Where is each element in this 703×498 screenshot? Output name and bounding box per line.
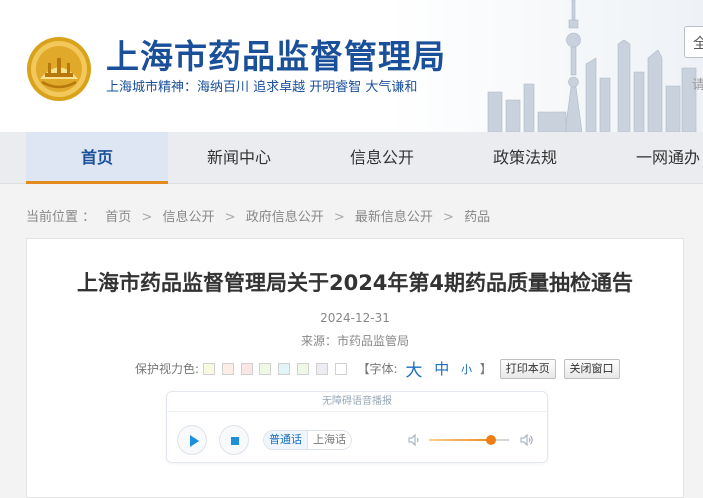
voice-mandarin-option[interactable]: 普通话 [264, 431, 307, 449]
search-input[interactable]: 请 [692, 74, 703, 93]
language-switch-button[interactable]: 全 [684, 26, 703, 58]
font-size-label-end: 】 [479, 362, 492, 376]
print-button[interactable]: 打印本页 [499, 358, 556, 379]
breadcrumb-separator: > [443, 210, 454, 225]
voice-shanghainese-option[interactable]: 上海话 [307, 431, 351, 449]
site-slogan: 上海城市精神：海纳百川 追求卓越 开明睿智 大气谦和 [106, 80, 418, 95]
font-size-label: 【字体: [357, 362, 398, 376]
eye-color-swatch[interactable] [221, 362, 234, 375]
main-nav: 首页 新闻中心 信息公开 政策法规 一网通办 [0, 132, 703, 184]
play-button[interactable] [177, 425, 207, 455]
nav-item-news[interactable]: 新闻中心 [168, 132, 310, 184]
volume-high-icon[interactable] [519, 432, 535, 448]
stop-icon [231, 437, 239, 445]
nav-item-policies[interactable]: 政策法规 [454, 132, 596, 184]
eye-color-swatch[interactable] [297, 362, 310, 375]
eye-color-swatch[interactable] [278, 362, 291, 375]
article-tools: 保护视力色: 【字体: 大 中 小 】 打印本页 关闭窗口 [135, 356, 620, 381]
audio-player: 无障碍语音播报 普通话 上海话 [166, 391, 548, 463]
article-title: 上海市药品监督管理局关于2024年第4期药品质量抽检通告 [76, 271, 634, 295]
breadcrumb-item-home[interactable]: 首页 [105, 210, 131, 225]
breadcrumb: 当前位置 ： 首页 > 信息公开 > 政府信息公开 > 最新信息公开 > 药品 [26, 206, 496, 225]
eye-color-swatch[interactable] [202, 362, 215, 375]
player-title: 无障碍语音播报 [167, 392, 547, 412]
breadcrumb-prefix: 当前位置 ： [26, 210, 96, 225]
breadcrumb-item-info[interactable]: 信息公开 [162, 210, 214, 225]
stop-button[interactable] [219, 425, 249, 455]
font-size-large-button[interactable]: 大 [405, 356, 422, 381]
breadcrumb-separator: > [141, 210, 153, 225]
eye-color-swatch[interactable] [240, 362, 253, 375]
volume-slider[interactable] [429, 435, 509, 445]
breadcrumb-item-drugs[interactable]: 药品 [464, 210, 490, 225]
breadcrumb-separator: > [333, 210, 345, 225]
volume-level [429, 439, 492, 441]
voice-language-toggle: 普通话 上海话 [263, 430, 352, 450]
breadcrumb-item-latest-info[interactable]: 最新信息公开 [355, 210, 433, 225]
site-title: 上海市药品监督管理局 [106, 37, 446, 76]
breadcrumb-separator: > [224, 210, 236, 225]
play-icon [190, 435, 199, 447]
emblem-logo-icon [27, 37, 91, 101]
breadcrumb-item-gov-info[interactable]: 政府信息公开 [246, 210, 324, 225]
skyline-illustration [487, 0, 697, 132]
nav-item-one-stop-service[interactable]: 一网通办 [597, 132, 703, 184]
eye-color-swatch[interactable] [259, 362, 272, 375]
nav-item-home[interactable]: 首页 [26, 132, 168, 184]
nav-item-info-disclosure[interactable]: 信息公开 [311, 132, 453, 184]
site-header: 上海市药品监督管理局 上海城市精神：海纳百川 追求卓越 开明睿智 大气谦和 全 … [0, 0, 703, 132]
volume-handle[interactable] [486, 435, 497, 445]
font-size-small-button[interactable]: 小 [461, 361, 472, 377]
eye-color-swatch[interactable] [334, 362, 347, 375]
volume-low-icon[interactable] [407, 432, 423, 448]
publish-date: 2024-12-31 [320, 311, 390, 325]
eye-color-swatch[interactable] [315, 362, 328, 375]
eye-care-label: 保护视力色: [135, 362, 200, 376]
article-panel: 上海市药品监督管理局关于2024年第4期药品质量抽检通告 2024-12-31 … [26, 238, 684, 498]
font-size-medium-button[interactable]: 中 [434, 358, 449, 379]
article-source: 来源：市药品监管局 [300, 334, 409, 348]
close-window-button[interactable]: 关闭窗口 [563, 358, 620, 379]
